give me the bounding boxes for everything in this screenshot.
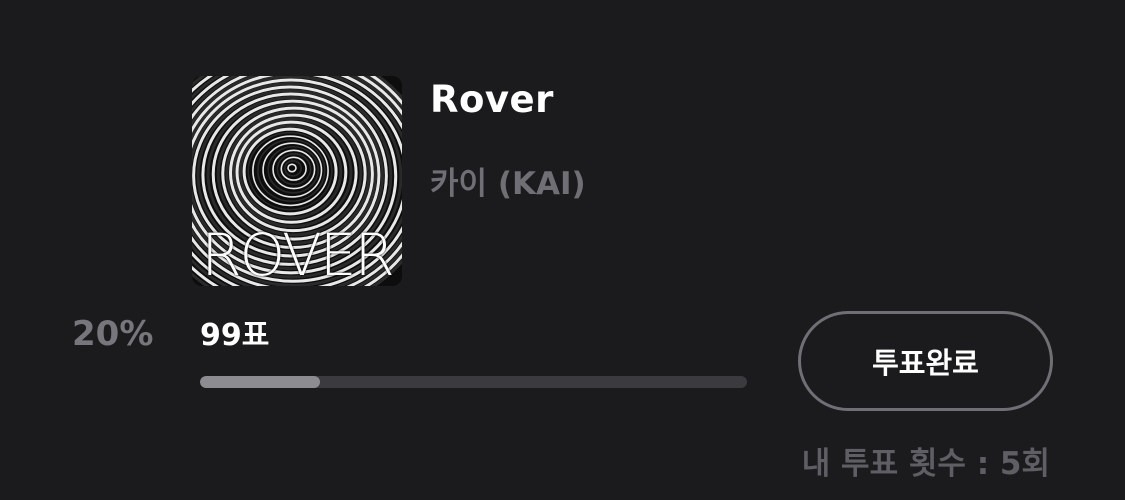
vote-progress-fill <box>200 376 321 388</box>
vote-percentage: 20% <box>72 314 154 354</box>
vote-complete-button[interactable]: 투표완료 <box>798 311 1053 411</box>
album-art: ROVER <box>192 76 402 286</box>
album-cover-title: ROVER <box>201 221 395 286</box>
vote-progress-bar <box>200 376 747 388</box>
my-vote-count: 내 투표 횟수 : 5회 <box>801 446 1050 482</box>
artist-name: 카이 (KAI) <box>430 166 586 202</box>
vote-total: 99표 <box>200 318 270 353</box>
song-title: Rover <box>430 78 554 121</box>
